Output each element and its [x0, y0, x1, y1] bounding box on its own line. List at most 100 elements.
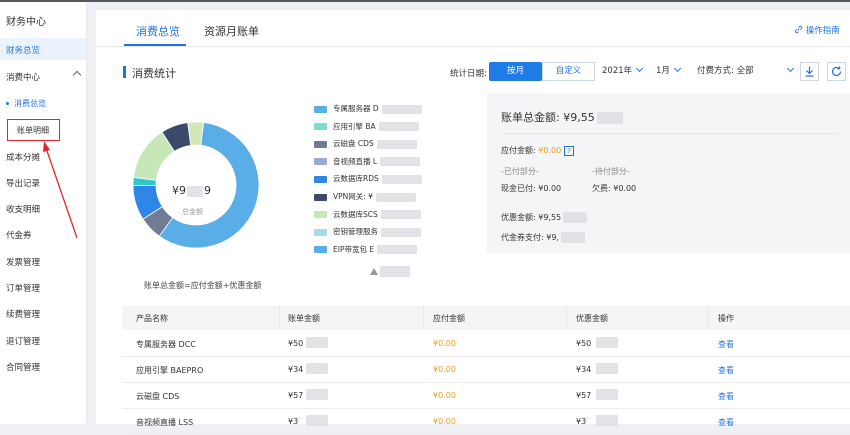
legend-label: EIP带宽包 E	[333, 244, 375, 254]
sidebar-item-contracts[interactable]: 合同管理	[6, 361, 40, 373]
column-divider	[708, 306, 709, 330]
guide-link[interactable]: 操作指南	[794, 24, 840, 36]
sidebar-item-overview[interactable]: 财务总览	[0, 38, 86, 60]
payment-select[interactable]: 付费方式: 全部	[697, 62, 794, 81]
redacted-block	[596, 415, 618, 426]
paid-part-label: -已付部分-	[501, 167, 539, 176]
redacted-block	[596, 112, 623, 124]
redacted-block	[306, 389, 328, 400]
legend-label: 云数据库RDS	[333, 174, 379, 184]
payable-amount-cell: ¥0.00	[433, 365, 456, 374]
active-tab-indicator	[124, 44, 186, 46]
redacted-block	[596, 337, 618, 348]
custom-date-button[interactable]: 自定义	[542, 62, 595, 81]
refresh-button[interactable]	[827, 62, 846, 81]
sidebar-item-vouchers[interactable]: 代金券	[6, 229, 32, 241]
legend-swatch	[314, 228, 327, 236]
sidebar-item-export-records[interactable]: 导出记录	[6, 177, 40, 189]
sidebar-item-income-expense[interactable]: 收支明细	[6, 203, 40, 215]
sidebar: 财务中心 财务总览 消费中心 消费总览 账单明细 成本分摊 导出记录 收支明细 …	[0, 2, 87, 424]
payable-amount-cell: ¥0.00	[433, 391, 456, 400]
by-month-button[interactable]: 按月	[489, 62, 542, 81]
legend-swatch	[314, 158, 327, 166]
product-name-cell: 音视频直播 LSS	[136, 418, 194, 427]
year-select[interactable]: 2021年	[602, 62, 644, 81]
table-header: 产品名称 账单金额 应付金额 优惠金额 操作	[122, 306, 850, 330]
sidebar-item-cost-allocation[interactable]: 成本分摊	[6, 151, 40, 163]
discount-amount-cell: ¥50	[576, 339, 592, 348]
redacted-block	[378, 122, 419, 132]
download-button[interactable]	[800, 62, 819, 81]
redacted-block	[380, 266, 410, 277]
sidebar-item-renewals[interactable]: 续费管理	[6, 308, 40, 320]
product-name-cell: 专属服务器 DCC	[136, 340, 196, 349]
legend-label: VPN网关: ¥	[333, 192, 373, 201]
legend-item[interactable]: VPN网关: ¥	[314, 191, 416, 202]
column-divider	[279, 306, 280, 330]
table-row: 音视频直播 LSS ¥3 ¥0.00 ¥3 查看	[122, 408, 850, 435]
tab-monthly-bill[interactable]: 资源月账单	[204, 23, 259, 39]
legend-item[interactable]: 云磁盘 CDS	[314, 138, 417, 149]
redacted-block	[381, 227, 421, 237]
date-filter-label: 统计日期:	[450, 69, 487, 79]
sidebar-subitem-consume-overview[interactable]: 消费总览	[6, 98, 46, 109]
main-panel: 消费总览 资源月账单 操作指南 消费统计 统计日期: 按月 自定义 2021年 …	[96, 10, 850, 435]
legend-item[interactable]: 应用引擎 BA	[314, 121, 419, 132]
donut-center-amount: ¥9 9	[172, 184, 211, 197]
redacted-block	[306, 363, 328, 374]
column-divider	[423, 306, 424, 330]
sidebar-subitem-bill-detail: 账单明细	[17, 126, 49, 135]
sidebar-item-orders[interactable]: 订单管理	[6, 282, 40, 294]
redacted-block	[306, 337, 328, 348]
legend-item[interactable]: 云数据库RDS	[314, 173, 422, 184]
month-select[interactable]: 1月	[656, 62, 681, 81]
legend-label: 应用引擎 BA	[333, 121, 376, 131]
sidebar-item-invoices[interactable]: 发票管理	[6, 256, 40, 268]
bill-amount-cell: ¥3	[288, 417, 299, 426]
column-divider	[566, 306, 567, 330]
section-accent	[123, 66, 126, 78]
chevron-up-icon[interactable]	[72, 70, 82, 80]
help-icon[interactable]: ?	[564, 146, 575, 156]
bill-amount-cell: ¥57	[288, 391, 304, 400]
legend-item[interactable]: 专属服务器 D	[314, 103, 422, 114]
legend-label: 云数据库SCS	[333, 209, 378, 219]
legend-item[interactable]: 云数据库SCS	[314, 209, 421, 220]
col-payable-amount: 应付金额	[433, 314, 465, 323]
legend-swatch	[314, 193, 327, 201]
payable-amount-cell: ¥0.00	[433, 417, 456, 426]
view-link[interactable]: 查看	[718, 365, 734, 376]
col-bill-amount: 账单金额	[288, 314, 320, 323]
donut-center-label: 总金额	[182, 208, 203, 216]
tab-consume-overview[interactable]: 消费总览	[136, 23, 180, 39]
sidebar-item-unsubscribe[interactable]: 退订管理	[6, 335, 40, 347]
bullet-dot-icon	[6, 102, 9, 105]
legend-swatch	[314, 123, 327, 131]
redacted-block	[596, 389, 618, 400]
highlight-box[interactable]: 账单明细	[7, 119, 60, 141]
discount-amount: 优惠金额: ¥9,55	[501, 212, 588, 223]
summary-panel: 账单总金额: ¥9,55 应付金额: ¥0.00? -已付部分- -待付部分- …	[487, 93, 850, 253]
view-link[interactable]: 查看	[718, 417, 734, 428]
tab-bar: 消费总览 资源月账单 操作指南	[96, 10, 850, 47]
table-row: 专属服务器 DCC ¥50 ¥0.00 ¥50 查看	[122, 330, 850, 357]
sidebar-item-consume-center[interactable]: 消费中心	[6, 71, 40, 83]
legend-item[interactable]: 密钥管理服务	[314, 226, 421, 237]
legend-swatch	[314, 246, 327, 254]
legend-page-arrow-icon[interactable]	[370, 268, 378, 275]
donut-segment[interactable]	[187, 121, 204, 146]
link-icon	[794, 25, 803, 34]
bill-amount-cell: ¥50	[288, 339, 304, 348]
legend-item[interactable]: 音视频直播 L	[314, 156, 421, 167]
redacted-block	[596, 363, 618, 374]
view-link[interactable]: 查看	[718, 391, 734, 402]
redacted-block	[376, 139, 417, 149]
legend-item[interactable]: EIP带宽包 E	[314, 244, 418, 255]
col-product-name: 产品名称	[136, 314, 168, 323]
legend-label: 专属服务器 D	[333, 104, 379, 113]
view-link[interactable]: 查看	[718, 339, 734, 350]
payable-amount: 应付金额: ¥0.00?	[501, 145, 575, 156]
table-row: 云磁盘 CDS ¥57 ¥0.00 ¥57 查看	[122, 382, 850, 409]
discount-amount-cell: ¥34	[576, 365, 592, 374]
legend-label: 云磁盘 CDS	[333, 139, 374, 149]
